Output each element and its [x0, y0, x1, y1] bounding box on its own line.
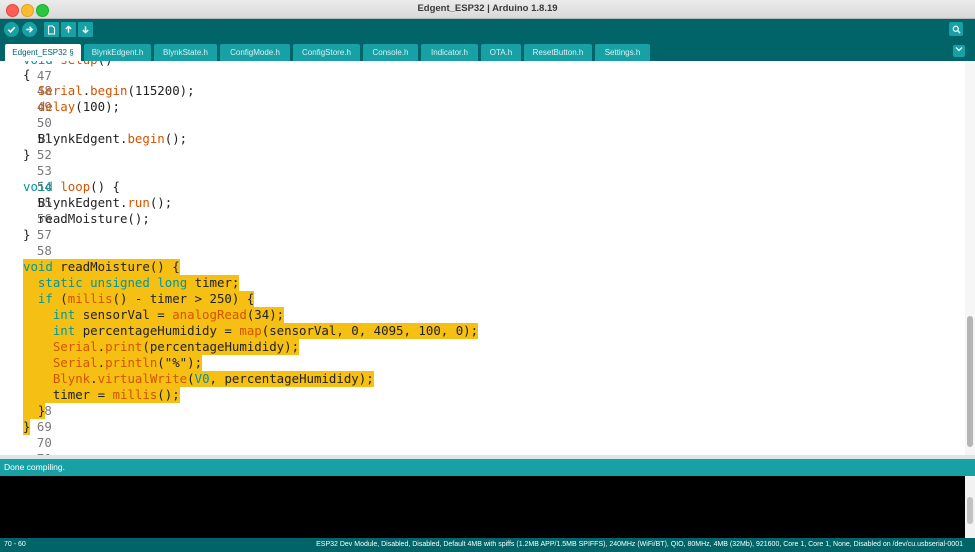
code-line-70: 70}: [0, 419, 52, 450]
tab-ota-h[interactable]: OTA.h: [481, 44, 521, 61]
code-text: }: [23, 403, 46, 419]
code-line-62: 62 if (millis() - timer > 250) {: [0, 291, 255, 322]
code-text: }: [23, 419, 31, 435]
verify-button[interactable]: [4, 22, 19, 37]
tab-settings-h[interactable]: Settings.h: [595, 44, 650, 61]
arrow-up-icon: [65, 25, 72, 33]
code-token: setup: [60, 61, 97, 67]
code-line-71: 71: [0, 435, 52, 455]
cursor-position: 70 - 60: [4, 541, 26, 548]
board-info: ESP32 Dev Module, Disabled, Disabled, De…: [316, 541, 963, 548]
console-scrollbar-thumb[interactable]: [967, 497, 973, 524]
code-line-67: 67 Blynk.virtualWrite(V0, percentageHumi…: [0, 371, 374, 402]
code-line-58: 58}: [0, 227, 52, 258]
tab-bar: Edgent_ESP32 § BlynkEdgent.h BlynkState.…: [0, 42, 975, 61]
code-line-57: 57 readMoisture();: [0, 211, 150, 242]
tab-blynkstate-h[interactable]: BlynkState.h: [154, 44, 217, 61]
code-line-48: 48{: [0, 67, 52, 98]
code-line-65: 65 Serial.print(percentageHumididy);: [0, 339, 300, 370]
code-line-54: 54: [0, 163, 52, 194]
code-line-61: 61 static unsigned long timer;: [0, 275, 240, 306]
code-line-56: 56 BlynkEdgent.run();: [23, 195, 173, 226]
tab-indicator-h[interactable]: Indicator.h: [421, 44, 478, 61]
code-line-66: 66 Serial.println("%");: [0, 355, 203, 386]
checkmark-icon: [7, 26, 16, 34]
code-line-49: 49 Serial.begin(115200);: [0, 83, 195, 114]
toolbar: [0, 19, 975, 42]
new-file-icon: [47, 24, 56, 35]
magnifier-icon: [952, 25, 961, 34]
window-title: Edgent_ESP32 | Arduino 1.8.19: [417, 3, 558, 14]
code-line-59: 59: [0, 243, 52, 274]
footer-bar: 70 - 60 ESP32 Dev Module, Disabled, Disa…: [0, 538, 975, 552]
open-button[interactable]: [61, 22, 76, 37]
console-output[interactable]: [0, 476, 965, 538]
code-line-53: 53}: [0, 147, 52, 178]
save-button[interactable]: [78, 22, 93, 37]
tab-menu-button[interactable]: [953, 45, 965, 57]
tab-blynkedgent-h[interactable]: BlynkEdgent.h: [84, 44, 151, 61]
status-bar: Done compiling.: [0, 459, 975, 476]
code-text: }: [23, 147, 31, 162]
code-line-50: 50 delay(100);: [0, 99, 120, 130]
editor-scrollbar-thumb[interactable]: [967, 316, 973, 447]
code-editor[interactable]: 47void setup() 48{ 49 Serial.begin(11520…: [0, 61, 965, 455]
tab-configstore-h[interactable]: ConfigStore.h: [293, 44, 360, 61]
tab-configmode-h[interactable]: ConfigMode.h: [220, 44, 290, 61]
code-line-51: 51: [0, 115, 52, 146]
arrow-down-icon: [82, 26, 89, 34]
new-sketch-button[interactable]: [44, 22, 59, 37]
chevron-down-icon: [955, 47, 963, 52]
status-message: Done compiling.: [4, 462, 65, 472]
code-line-60: 60void readMoisture() {: [0, 259, 180, 290]
code-line-55: 55 void loop() {: [23, 179, 120, 210]
code-line-63: 63 int sensorVal = analogRead(34);: [0, 307, 285, 338]
tab-edgent-esp32[interactable]: Edgent_ESP32 §: [5, 44, 81, 61]
title-bar: Edgent_ESP32 | Arduino 1.8.19: [0, 0, 975, 19]
tab-resetbutton-h[interactable]: ResetButton.h: [524, 44, 592, 61]
upload-button[interactable]: [22, 22, 37, 37]
arrow-right-icon: [26, 26, 34, 33]
code-line-68: 68 timer = millis();: [0, 387, 180, 418]
code-line-52: 52 BlynkEdgent.begin();: [23, 131, 188, 162]
code-text: }: [23, 227, 31, 242]
code-line-69: 69 }: [0, 403, 52, 434]
serial-monitor-button[interactable]: [949, 22, 963, 36]
code-text: readMoisture();: [23, 211, 150, 226]
tab-console-h[interactable]: Console.h: [363, 44, 418, 61]
code-text: {: [23, 67, 31, 82]
code-line-64: 64 int percentageHumididy = map(sensorVa…: [0, 323, 479, 354]
